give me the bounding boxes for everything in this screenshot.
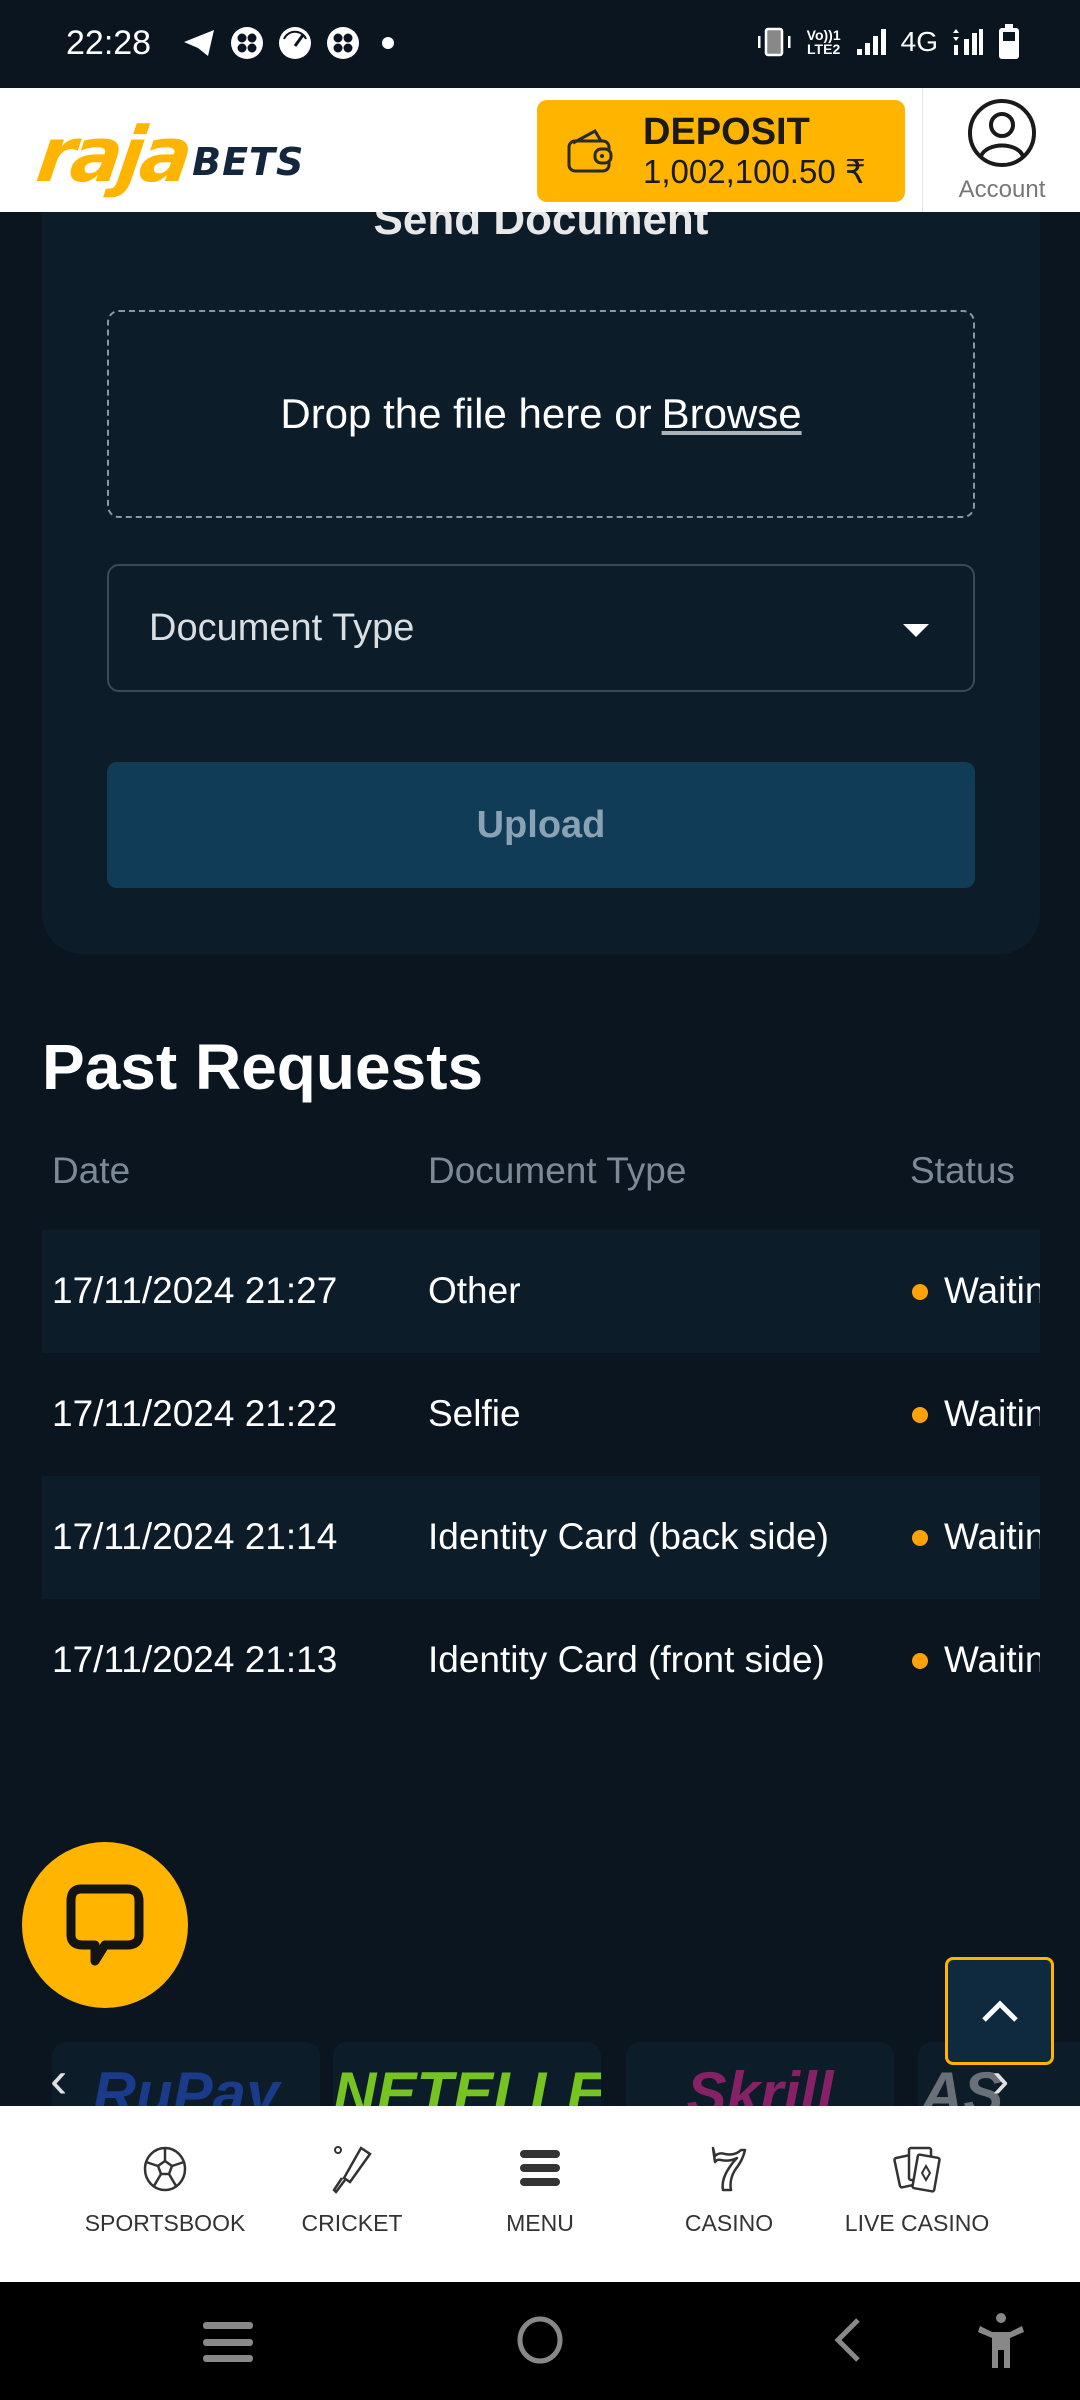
live-chat-button[interactable] — [22, 1842, 188, 2008]
row-status: Waiting — [944, 1393, 1040, 1434]
account-button[interactable]: Account — [940, 98, 1064, 208]
status-dot-icon — [912, 1530, 928, 1546]
deposit-label: DEPOSIT — [643, 111, 810, 153]
table-row: 17/11/2024 21:14 Identity Card (back sid… — [42, 1476, 1040, 1599]
carousel-next-icon[interactable]: › — [992, 2054, 1009, 2106]
payment-card-skrill[interactable]: Skrill — [626, 2042, 894, 2106]
scroll-to-top-button[interactable] — [945, 1957, 1054, 2065]
rajabets-logo[interactable]: raja BETS — [32, 110, 305, 199]
logo-raja: raja — [31, 110, 195, 199]
row-document-type: Identity Card (back side) — [428, 1516, 830, 1557]
table-row: 17/11/2024 21:27 Other Waiting — [42, 1230, 1040, 1353]
header-divider — [922, 88, 923, 212]
carousel-prev-icon[interactable]: ‹ — [50, 2054, 67, 2106]
row-status: Waiting — [944, 1639, 1040, 1680]
column-date: Date — [52, 1150, 131, 1191]
deposit-button[interactable]: DEPOSIT 1,002,100.50 ₹ — [537, 100, 905, 202]
status-bar: 22:28 Vo))1 LTE2 4G — [0, 0, 1080, 88]
logo-bets: BETS — [192, 140, 305, 184]
system-icons: Vo))1 LTE2 4G — [755, 24, 1020, 60]
clock: 22:28 — [66, 24, 152, 62]
back-icon[interactable] — [832, 2316, 862, 2364]
cricket-bat-icon — [332, 2146, 372, 2194]
app-icon — [231, 27, 263, 59]
telegram-icon — [184, 30, 214, 56]
battery-icon — [999, 24, 1019, 59]
nav-live-casino[interactable]: LIVE CASINO — [827, 2144, 1007, 2237]
requests-table: 17/11/2024 21:27 Other Waiting 17/11/202… — [42, 1230, 1040, 1722]
document-type-select[interactable]: Document Type — [107, 564, 975, 692]
seven-icon — [711, 2146, 747, 2192]
account-label: Account — [958, 176, 1046, 203]
dot-icon — [382, 37, 394, 49]
chat-icon — [66, 1884, 144, 1966]
upload-button[interactable]: Upload — [107, 762, 975, 888]
wallet-icon — [567, 128, 613, 173]
chevron-up-icon — [981, 2000, 1018, 2022]
caret-down-icon — [903, 624, 929, 637]
network-type: 4G — [900, 26, 938, 57]
payment-card-neteller[interactable]: NETELLER — [333, 2042, 601, 2106]
send-document-title: Send Document — [373, 210, 709, 244]
user-icon — [968, 99, 1036, 167]
nav-sportsbook[interactable]: SPORTSBOOK — [75, 2144, 255, 2237]
vibrate-icon — [757, 27, 791, 57]
status-dot-icon — [912, 1653, 928, 1669]
signal-icon — [856, 29, 886, 55]
volte-icon: Vo))1 LTE2 — [806, 27, 841, 57]
row-status: Waiting — [944, 1270, 1040, 1311]
status-dot-icon — [912, 1407, 928, 1423]
payment-card-rupay[interactable]: RuPay — [52, 2042, 320, 2106]
past-requests-title: Past Requests — [42, 1031, 484, 1103]
row-status: Waiting — [944, 1516, 1040, 1557]
table-row: 17/11/2024 21:13 Identity Card (front si… — [42, 1599, 1040, 1722]
row-date: 17/11/2024 21:13 — [52, 1639, 338, 1680]
row-document-type: Other — [428, 1270, 521, 1311]
payment-methods-carousel: RuPay NETELLER Skrill AS ‹ › — [0, 2040, 1080, 2106]
status-dot-icon — [912, 1284, 928, 1300]
column-status: Status — [910, 1150, 1015, 1191]
menu-icon — [520, 2150, 560, 2186]
row-date: 17/11/2024 21:22 — [52, 1393, 338, 1434]
nav-menu[interactable]: MENU — [450, 2144, 630, 2237]
speedometer-icon — [279, 27, 311, 59]
soccer-ball-icon — [143, 2146, 187, 2192]
row-document-type: Selfie — [428, 1393, 521, 1434]
table-header: Date Document Type Status — [42, 1150, 1040, 1200]
row-document-type: Identity Card (front side) — [428, 1639, 825, 1680]
table-row: 17/11/2024 21:22 Selfie Waiting — [42, 1353, 1040, 1476]
document-type-placeholder: Document Type — [149, 606, 415, 649]
dropzone-text: Drop the file here or — [280, 390, 652, 437]
signal-icon — [953, 29, 983, 55]
nav-cricket[interactable]: CRICKET — [262, 2144, 442, 2237]
cards-icon — [893, 2146, 941, 2193]
browse-link[interactable]: Browse — [662, 390, 802, 438]
accessibility-icon[interactable] — [978, 2312, 1024, 2368]
bottom-navigation: SPORTSBOOK CRICKET MENU CASINO LIVE CASI… — [0, 2106, 1080, 2282]
nav-casino[interactable]: CASINO — [639, 2144, 819, 2237]
row-date: 17/11/2024 21:14 — [52, 1516, 338, 1557]
send-document-card: Send Document Drop the file here or Brow… — [42, 150, 1040, 954]
home-icon[interactable] — [516, 2315, 564, 2365]
system-navigation-bar — [0, 2282, 1080, 2400]
notification-icons — [182, 26, 398, 60]
balance-amount: 1,002,100.50 ₹ — [643, 153, 866, 190]
app-icon — [327, 27, 359, 59]
recents-icon[interactable] — [203, 2322, 253, 2362]
app-header: raja BETS DEPOSIT 1,002,100.50 ₹ Account — [0, 88, 1080, 212]
file-dropzone[interactable]: Drop the file here or Browse — [107, 310, 975, 518]
column-document-type: Document Type — [428, 1150, 687, 1191]
row-date: 17/11/2024 21:27 — [52, 1270, 338, 1311]
